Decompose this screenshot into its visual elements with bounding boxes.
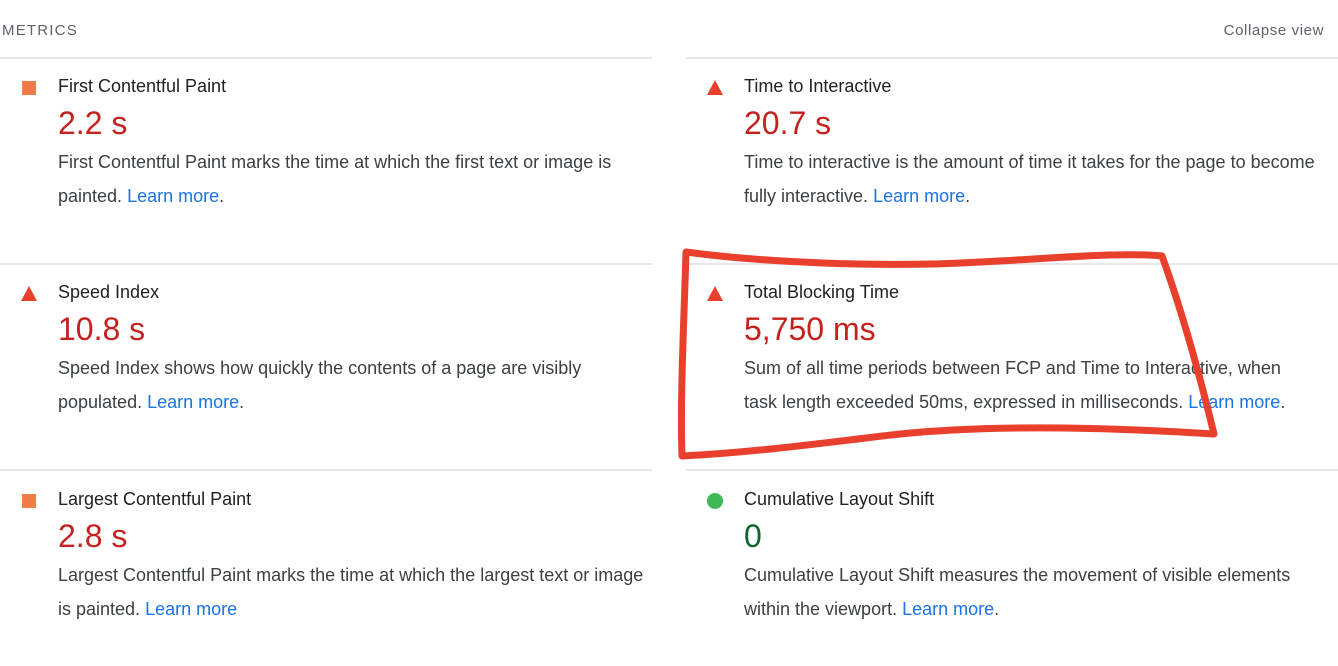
metrics-header-title: METRICS [2,22,78,39]
metric-description-text: Cumulative Layout Shift measures the mov… [744,565,1291,619]
metric-description-trail: . [219,186,225,206]
row-divider-right-1 [686,263,1338,265]
learn-more-link[interactable]: Learn more [127,186,219,206]
metric-value: 0 [744,518,762,554]
metric-value: 2.2 s [58,105,128,141]
header-divider-right [686,57,1338,59]
green-circle-icon [706,492,724,510]
metric-total-blocking-time: Total Blocking Time 5,750 ms Sum of all … [707,281,1304,419]
orange-square-icon [20,79,38,97]
metric-description-trail: . [965,186,971,206]
metric-description: Cumulative Layout Shift measures the mov… [744,558,1334,626]
row-divider-right-2 [686,469,1338,471]
header-divider-left [0,57,652,59]
metric-name: Speed Index [58,282,160,302]
red-triangle-icon [20,285,38,303]
metric-description: Sum of all time periods between FCP and … [744,351,1304,419]
metric-largest-contentful-paint: Largest Contentful Paint 2.8 s Largest C… [22,488,648,626]
learn-more-link[interactable]: Learn more [1188,392,1280,412]
red-triangle-icon [706,79,724,97]
metric-time-to-interactive: Time to Interactive 20.7 s Time to inter… [707,75,1334,213]
learn-more-link[interactable]: Learn more [902,599,994,619]
metric-description: Largest Contentful Paint marks the time … [58,558,648,626]
learn-more-link[interactable]: Learn more [873,186,965,206]
metric-name: Total Blocking Time [744,282,900,302]
metric-description-trail: . [994,599,1000,619]
metric-name: Time to Interactive [744,76,892,96]
metric-description: First Contentful Paint marks the time at… [58,145,648,213]
metric-description-trail: . [1280,392,1286,412]
metric-value: 10.8 s [58,311,146,347]
metric-description-text: Speed Index shows how quickly the conten… [58,358,582,412]
collapse-view-button[interactable]: Collapse view [1224,22,1324,39]
metric-name: Cumulative Layout Shift [744,489,935,509]
metric-value: 2.8 s [58,518,128,554]
metric-description: Time to interactive is the amount of tim… [744,145,1334,213]
metric-first-contentful-paint: First Contentful Paint 2.2 s First Conte… [22,75,648,213]
metric-cumulative-layout-shift: Cumulative Layout Shift 0 Cumulative Lay… [707,488,1334,626]
metric-description-trail: . [239,392,245,412]
metric-description-text: Time to interactive is the amount of tim… [744,152,1315,206]
metric-speed-index: Speed Index 10.8 s Speed Index shows how… [21,281,648,419]
metric-value: 5,750 ms [744,311,876,347]
learn-more-link[interactable]: Learn more [147,392,239,412]
row-divider-left-1 [0,263,652,265]
metric-name: First Contentful Paint [58,76,227,96]
orange-square-icon [20,492,38,510]
metric-name: Largest Contentful Paint [58,489,252,509]
row-divider-left-2 [0,469,652,471]
metric-value: 20.7 s [744,105,832,141]
red-triangle-icon [706,285,724,303]
metric-description: Speed Index shows how quickly the conten… [58,351,648,419]
learn-more-link[interactable]: Learn more [145,599,237,619]
